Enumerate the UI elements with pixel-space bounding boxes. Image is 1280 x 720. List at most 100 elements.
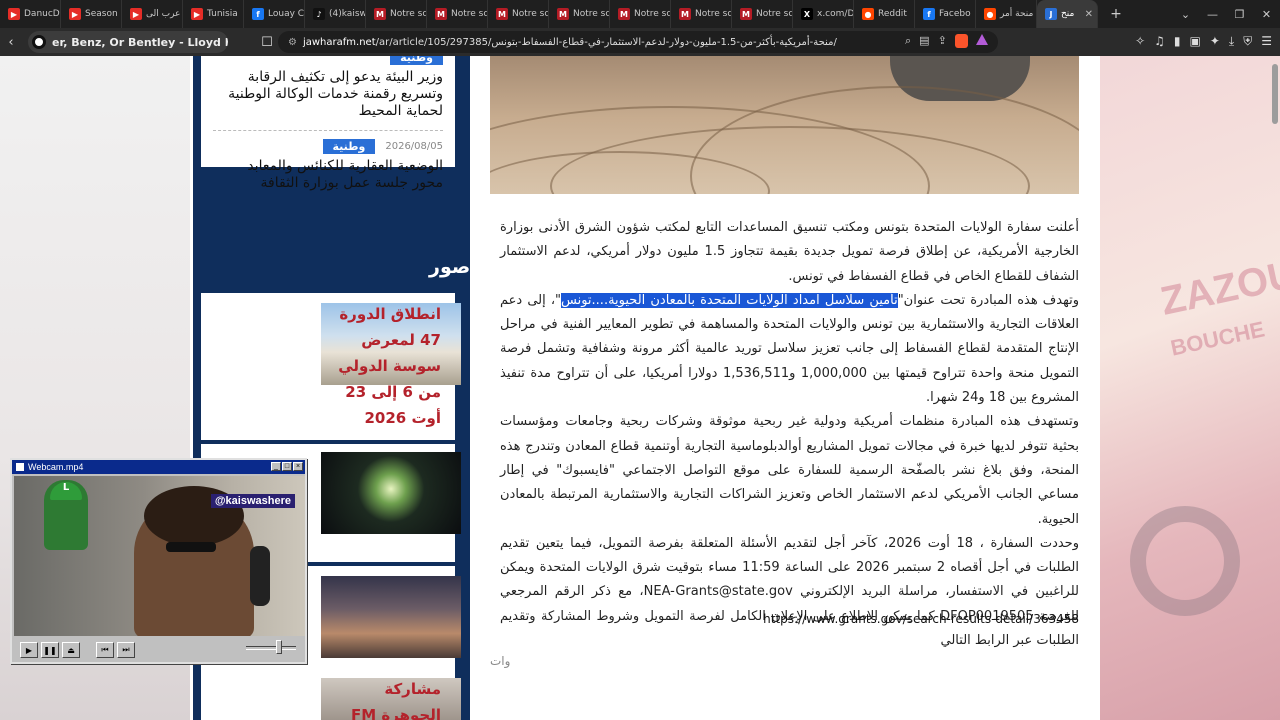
browser-tab[interactable]: ● منحة أمر (976, 0, 1037, 28)
eject-icon[interactable]: ⏏ (62, 642, 80, 658)
browser-tab[interactable]: M Notre sc (671, 0, 732, 28)
tab-favicon-icon: J (1045, 8, 1057, 20)
browser-tab[interactable]: M Notre sc (488, 0, 549, 28)
browser-tab[interactable]: ▶ عرب الى (122, 0, 183, 28)
photo-card[interactable]: انطلاق الدورة 47 لمعرض سوسة الدولي من 6 … (201, 293, 461, 440)
browser-tab[interactable]: M Notre sc (732, 0, 793, 28)
tab-label: Notre sc (390, 9, 427, 19)
photo-thumbnail[interactable] (321, 452, 461, 534)
tab-label: عرب الى (146, 9, 181, 19)
menu-icon[interactable]: ☰ (1261, 34, 1272, 49)
leo-ai-icon[interactable]: ✦ (1210, 34, 1220, 49)
article-paragraph: وتهدف هذه المبادرة تحت عنوان"تأمين سلاسل… (500, 289, 1079, 410)
tab-search-icon[interactable]: ⌄ (1172, 0, 1199, 28)
minimize-icon[interactable]: _ (271, 462, 281, 471)
news-title[interactable]: وزير البيئة يدعو إلى تكثيف الرقابة وتسري… (213, 69, 443, 120)
volume-slider[interactable] (276, 640, 282, 654)
tab-label: Notre sc (695, 9, 732, 19)
microphone-shape (250, 546, 270, 606)
browser-tab[interactable]: M Notre sc (366, 0, 427, 28)
zoom-icon[interactable]: ⌕ (905, 34, 911, 48)
tab-favicon-icon: ▶ (8, 8, 20, 20)
close-icon[interactable]: ✕ (1253, 0, 1280, 28)
page-scrollbar[interactable] (1272, 64, 1278, 124)
tab-favicon-icon: f (252, 8, 264, 20)
article-paragraph: وحددت السفارة ، 18 أوت 2026، كآخر أجل لت… (500, 535, 1080, 649)
tab-strip: ▶ DanucD ▶ Season ▶ عرب الى ▶ Tunisia f Louay C ♪ (… (0, 0, 1280, 28)
download-icon[interactable]: ⤓ (1229, 34, 1234, 49)
browser-tab[interactable]: ▶ DanucD (0, 0, 61, 28)
browser-tab[interactable]: ● Reddit (854, 0, 915, 28)
webcam-video: L @kaiswashere (14, 476, 305, 636)
web-page: ZAZOU BOUCHE وطنية وزير البيئة يدعو إلى … (0, 56, 1280, 720)
page-title: er, Benz, Or Bentley - Lloyd Bar (52, 35, 228, 49)
category-badge[interactable]: وطنية (322, 139, 376, 154)
reader-mode-icon[interactable]: ▤ (919, 34, 929, 48)
news-title[interactable]: الوضعية العقارية للكنائس والمعابد محور ج… (213, 158, 443, 192)
news-item[interactable]: وطنية وزير البيئة يدعو إلى تكثيف الرقابة… (213, 56, 443, 131)
extensions-icon[interactable]: ✧ (1135, 34, 1145, 49)
tab-favicon-icon: M (618, 8, 630, 20)
tab-favicon-icon: X (801, 8, 813, 20)
wallet-icon[interactable]: ▣ (1190, 34, 1201, 49)
browser-tab[interactable]: f Facebo (915, 0, 976, 28)
previous-icon[interactable]: ⏮ (96, 642, 114, 658)
sidebar-icon[interactable]: ▮ (1174, 34, 1181, 49)
close-icon[interactable]: × (293, 462, 303, 471)
browser-tab[interactable]: f Louay C (244, 0, 305, 28)
pause-icon[interactable]: ❚❚ (41, 642, 59, 658)
brave-shields-icon[interactable] (954, 34, 968, 48)
browser-tab[interactable]: ▶ Tunisia (183, 0, 244, 28)
streamer-handle: @kaiswashere (210, 494, 295, 508)
webcam-titlebar[interactable]: Webcam.mp4 _ □ × (12, 460, 305, 474)
site-info-icon[interactable]: ⚙ (288, 37, 297, 48)
tab-favicon-icon: ▶ (130, 8, 142, 20)
webcam-player-window[interactable]: Webcam.mp4 _ □ × L @kaiswashere ▶ ❚❚ ⏏ ⏮… (10, 458, 307, 664)
bookmark-icon[interactable]: ☐ (256, 35, 278, 50)
browser-tab[interactable]: J منح ✕ (1037, 0, 1098, 28)
browser-tab[interactable]: ♪ (4)kaisw (305, 0, 366, 28)
grants-link[interactable]: https://www.grants.gov/search-results-de… (700, 612, 1079, 626)
brave-rewards-icon[interactable] (975, 34, 988, 45)
tab-label: x.com/D (817, 9, 854, 19)
category-badge[interactable]: وطنية (390, 56, 443, 65)
close-tab-icon[interactable]: ✕ (1085, 9, 1093, 20)
latest-news-card: وطنية وزير البيئة يدعو إلى تكثيف الرقابة… (201, 56, 455, 191)
tab-favicon-icon: M (679, 8, 691, 20)
address-bar[interactable]: ⚙ jawharafm.net /ar/article/105/297385/م… (278, 31, 998, 53)
navigation-bar: ‹ er, Benz, Or Bentley - Lloyd Bar ☐ ⚙ j… (0, 28, 1280, 56)
browser-tab[interactable]: Xx.com/D (793, 0, 854, 28)
browser-tab[interactable]: M Notre sc (610, 0, 671, 28)
tab-label: منح (1061, 9, 1075, 19)
page-title-pill[interactable]: er, Benz, Or Bentley - Lloyd Bar (28, 31, 228, 53)
photo-thumbnail[interactable] (321, 576, 461, 658)
volume-track[interactable] (246, 646, 296, 650)
browser-tab[interactable]: M Notre sc (427, 0, 488, 28)
p2-end: "، إلى دعم العلاقات التجارية والاستثماري… (500, 292, 1079, 406)
tab-label: Season (85, 9, 118, 19)
browser-tab[interactable]: ▶ Season (61, 0, 122, 28)
tab-label: Notre sc (512, 9, 549, 19)
photo-caption[interactable]: انطلاق الدورة 47 لمعرض سوسة الدولي من 6 … (333, 301, 441, 431)
tab-favicon-icon: M (740, 8, 752, 20)
news-item[interactable]: وطنية 2026/08/05 الوضعية العقارية للكنائ… (213, 131, 443, 202)
next-icon[interactable]: ⏭ (117, 642, 135, 658)
photo-caption[interactable]: مشاركة الجوهرة FM (333, 676, 441, 720)
media-icon[interactable]: ♫ (1154, 34, 1165, 49)
tab-favicon-icon: f (923, 8, 935, 20)
share-icon[interactable]: ⇪ (938, 34, 947, 48)
play-icon[interactable]: ▶ (20, 642, 38, 658)
back-icon[interactable]: ‹ (0, 35, 22, 50)
browser-tab[interactable]: M Notre sc (549, 0, 610, 28)
new-tab-button[interactable]: + (1104, 6, 1128, 22)
vpn-icon[interactable]: ⛨ (1243, 34, 1252, 49)
minimize-icon[interactable]: — (1199, 0, 1226, 28)
p2-start: وتهدف هذه المبادرة تحت عنوان" (897, 292, 1079, 308)
maximize-icon[interactable]: □ (282, 462, 292, 471)
tab-label: Facebo (939, 9, 971, 19)
tab-label: Notre sc (451, 9, 488, 19)
news-date: 2026/08/05 (385, 141, 443, 152)
tab-label: منحة أمر (1000, 9, 1034, 19)
photo-card[interactable]: مشاركة الجوهرة FM (201, 668, 461, 720)
maximize-icon[interactable]: ❐ (1226, 0, 1253, 28)
